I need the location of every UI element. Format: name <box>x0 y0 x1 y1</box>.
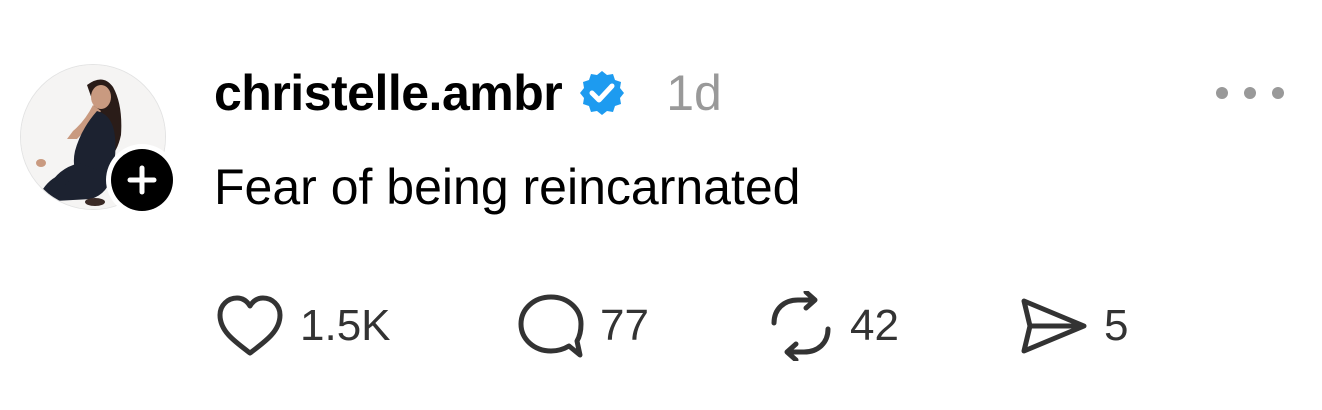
plus-icon <box>127 165 157 195</box>
avatar-container <box>20 64 178 216</box>
like-button[interactable]: 1.5K <box>214 290 391 362</box>
verified-badge-icon <box>578 69 626 117</box>
share-button[interactable]: 5 <box>1018 290 1128 362</box>
heart-icon <box>217 295 283 356</box>
repost-button[interactable]: 42 <box>766 290 899 362</box>
more-icon <box>1216 87 1284 99</box>
comment-icon <box>518 294 584 358</box>
username[interactable]: christelle.ambr <box>214 64 563 122</box>
repost-count: 42 <box>850 301 899 350</box>
send-icon <box>1021 298 1087 354</box>
post-time: 1d <box>666 65 722 121</box>
repost-icon <box>771 291 831 361</box>
thread-post: christelle.ambr 1d Fear of being reincar… <box>0 0 1322 410</box>
follow-button-inner <box>111 149 173 211</box>
more-options-button[interactable] <box>1212 76 1288 110</box>
reply-button[interactable]: 77 <box>516 290 649 362</box>
follow-button[interactable] <box>106 144 178 216</box>
reply-count: 77 <box>600 301 649 350</box>
like-count: 1.5K <box>300 301 391 350</box>
post-text: Fear of being reincarnated <box>214 159 801 215</box>
post-header: christelle.ambr 1d <box>214 58 722 128</box>
share-count: 5 <box>1104 301 1129 350</box>
